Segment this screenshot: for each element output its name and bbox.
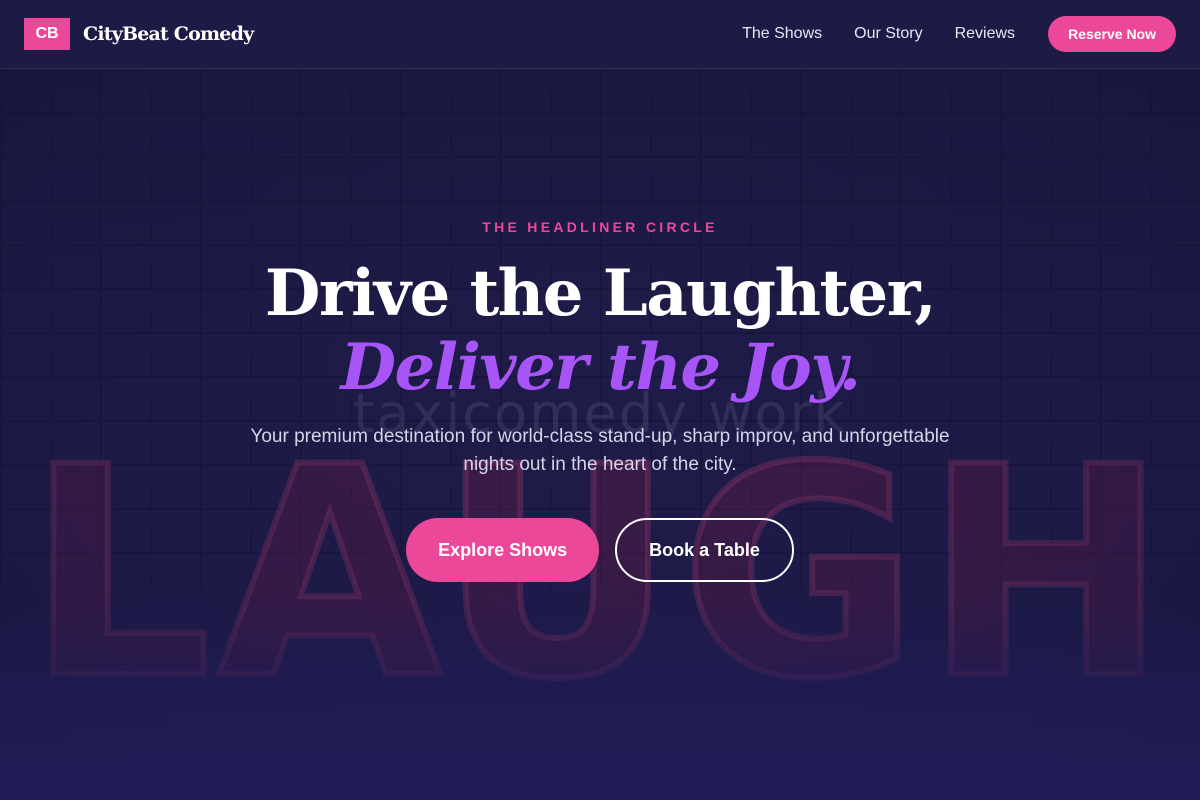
hero-eyebrow: THE HEADLINER CIRCLE <box>482 219 718 235</box>
brand-name[interactable]: CityBeat Comedy <box>83 23 254 45</box>
hero-button-row: Explore Shows Book a Table <box>0 518 1200 582</box>
explore-shows-button[interactable]: Explore Shows <box>406 518 600 582</box>
brand[interactable]: CB CityBeat Comedy <box>24 18 254 50</box>
top-navbar: CB CityBeat Comedy The Shows Our Story R… <box>0 0 1200 69</box>
nav-links: The Shows Our Story Reviews Reserve Now <box>742 16 1176 52</box>
book-a-table-button[interactable]: Book a Table <box>615 518 794 582</box>
hero-headline-accent: Deliver the Joy. <box>340 330 861 405</box>
hero-subtitle: Your premium destination for world-class… <box>250 426 950 475</box>
nav-link-the-shows[interactable]: The Shows <box>742 25 822 43</box>
hero-section: THE HEADLINER CIRCLE Drive the Laughter,… <box>0 0 1200 800</box>
logo-badge[interactable]: CB <box>24 18 70 50</box>
reserve-now-button[interactable]: Reserve Now <box>1048 16 1176 52</box>
nav-link-reviews[interactable]: Reviews <box>955 25 1015 43</box>
hero-headline: Drive the Laughter, <box>264 256 937 331</box>
nav-link-our-story[interactable]: Our Story <box>854 25 922 43</box>
